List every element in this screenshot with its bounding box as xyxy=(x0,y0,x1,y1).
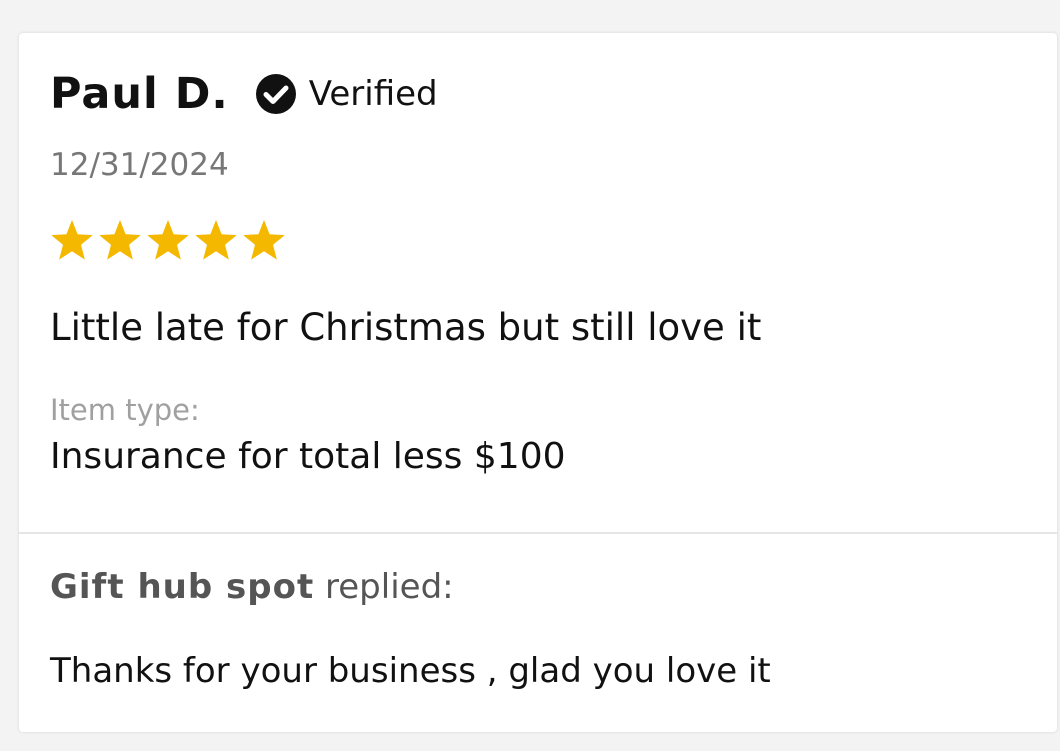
merchant-reply: Gift hub spot replied: Thanks for your b… xyxy=(19,534,1057,732)
star-icon xyxy=(241,218,287,262)
verified-label: Verified xyxy=(308,74,438,114)
reviewer-header: Paul D. Verified xyxy=(50,69,438,119)
reply-suffix: replied: xyxy=(325,567,454,607)
star-icon xyxy=(49,218,95,262)
review-section: Paul D. Verified 12/31/2024 Little late … xyxy=(19,33,1057,534)
star-icon xyxy=(145,218,191,262)
star-rating xyxy=(49,218,287,262)
review-title: Little late for Christmas but still love… xyxy=(50,306,762,349)
reply-author: Gift hub spot xyxy=(50,567,315,607)
check-circle-icon xyxy=(255,73,297,115)
reply-header: Gift hub spot replied: xyxy=(50,566,454,608)
item-type-label: Item type: xyxy=(50,393,200,427)
item-type-value: Insurance for total less $100 xyxy=(50,436,566,477)
star-icon xyxy=(97,218,143,262)
star-icon xyxy=(193,218,239,262)
review-date: 12/31/2024 xyxy=(50,147,229,183)
review-card: Paul D. Verified 12/31/2024 Little late … xyxy=(19,33,1057,732)
reviewer-name: Paul D. xyxy=(50,69,229,119)
reply-body: Thanks for your business , glad you love… xyxy=(50,651,771,691)
